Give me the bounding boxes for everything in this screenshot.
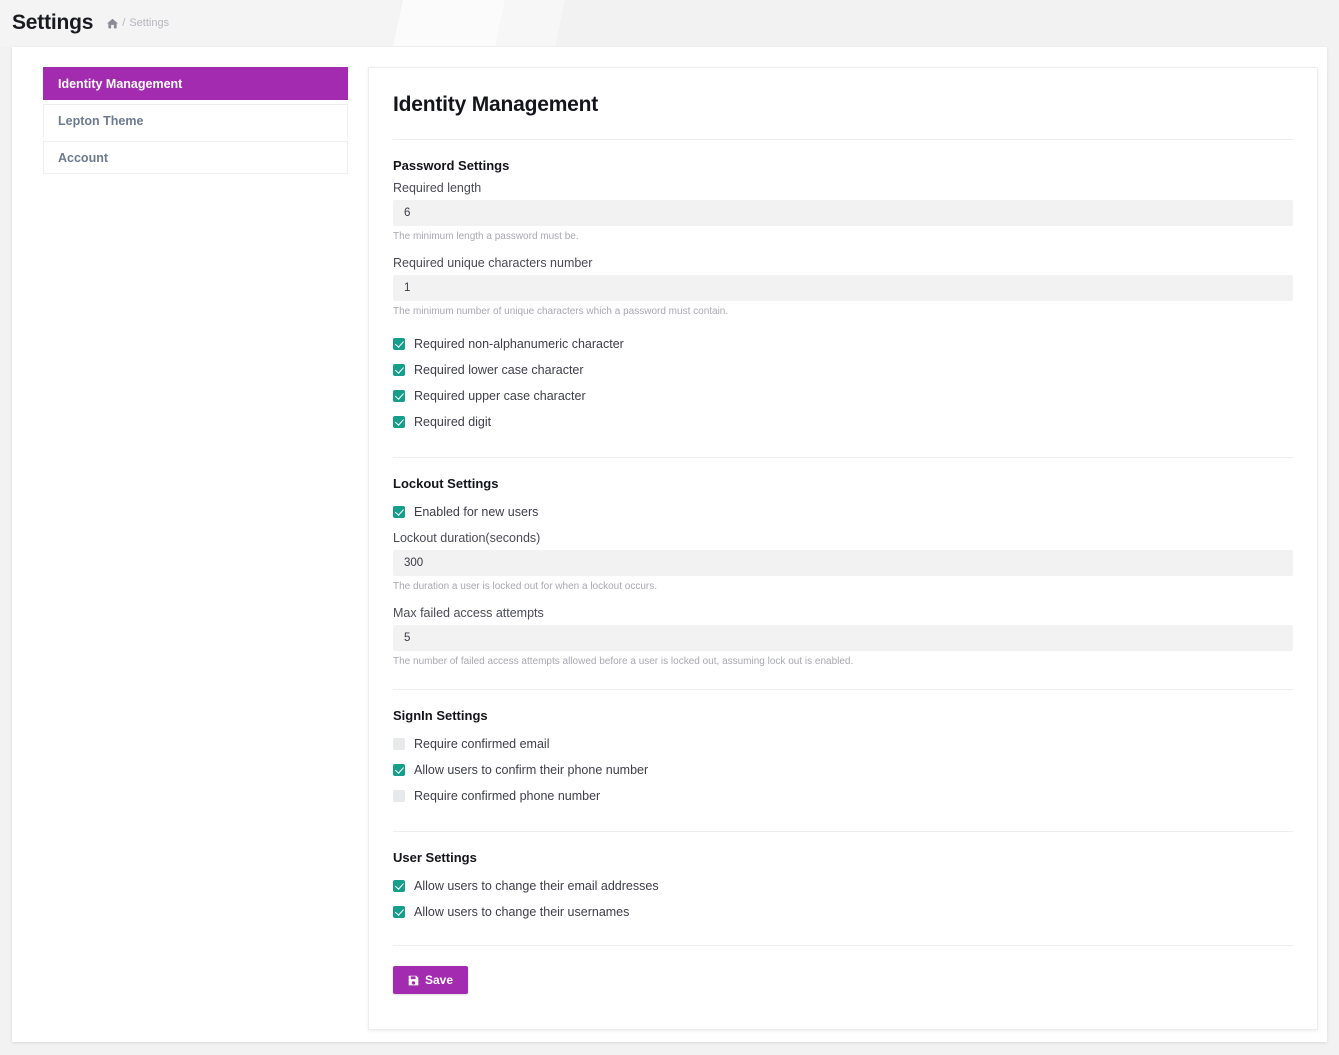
save-button-label: Save xyxy=(425,973,454,987)
checkbox-required-non-alphanumeric[interactable]: Required non-alphanumeric character xyxy=(393,331,1293,357)
field-hint: The number of failed access attempts all… xyxy=(393,656,854,667)
checkbox-enabled-for-new-users[interactable]: Enabled for new users xyxy=(393,499,1293,525)
checkbox-label: Required lower case character xyxy=(414,363,584,377)
field-max-failed-access-attempts: Max failed access attempts The number of… xyxy=(393,606,1293,667)
checkbox-icon[interactable] xyxy=(393,364,405,376)
field-label: Required unique characters number xyxy=(393,256,593,270)
page-title: Settings xyxy=(12,11,94,34)
sidebar-item-lepton-theme[interactable]: Lepton Theme xyxy=(43,104,348,137)
max-failed-access-attempts-input[interactable] xyxy=(393,625,1293,651)
checkbox-label: Require confirmed phone number xyxy=(414,789,601,803)
checkbox-allow-change-email[interactable]: Allow users to change their email addres… xyxy=(393,873,1293,899)
field-hint: The minimum number of unique characters … xyxy=(393,306,729,317)
settings-sidebar: Identity Management Lepton Theme Account xyxy=(43,67,348,1030)
checkbox-required-lower-case[interactable]: Required lower case character xyxy=(393,357,1293,383)
checkbox-label: Allow users to confirm their phone numbe… xyxy=(414,763,649,777)
required-length-input[interactable] xyxy=(393,200,1293,226)
breadcrumb: / Settings xyxy=(107,17,169,29)
checkbox-label: Required digit xyxy=(414,415,492,429)
field-label: Lockout duration(seconds) xyxy=(393,531,541,545)
checkbox-icon[interactable] xyxy=(393,416,405,428)
sidebar-item-label: Identity Management xyxy=(58,77,183,91)
sidebar-item-identity-management[interactable]: Identity Management xyxy=(43,67,348,100)
page-header: Settings / Settings xyxy=(0,0,1339,46)
field-hint: The minimum length a password must be. xyxy=(393,231,579,242)
main-shell: Identity Management Lepton Theme Account… xyxy=(12,47,1327,1042)
checkbox-icon[interactable] xyxy=(393,906,405,918)
breadcrumb-separator: / xyxy=(122,17,126,29)
field-required-unique-characters: Required unique characters number The mi… xyxy=(393,256,1293,317)
lockout-duration-input[interactable] xyxy=(393,550,1293,576)
sidebar-item-label: Account xyxy=(58,150,108,165)
checkbox-allow-change-username[interactable]: Allow users to change their usernames xyxy=(393,899,1293,925)
content-title: Identity Management xyxy=(393,93,599,116)
section-title: Lockout Settings xyxy=(393,476,499,491)
section-title: User Settings xyxy=(393,850,477,865)
checkbox-label: Required upper case character xyxy=(414,389,586,403)
sidebar-item-account[interactable]: Account xyxy=(43,141,348,174)
checkbox-required-digit[interactable]: Required digit xyxy=(393,409,1293,435)
section-signin-settings: SignIn Settings Require confirmed email … xyxy=(393,690,1293,809)
checkbox-icon[interactable] xyxy=(393,738,405,750)
checkbox-label: Enabled for new users xyxy=(414,505,539,519)
checkbox-allow-confirm-phone[interactable]: Allow users to confirm their phone numbe… xyxy=(393,757,1293,783)
checkbox-icon[interactable] xyxy=(393,880,405,892)
checkbox-label: Required non-alphanumeric character xyxy=(414,337,624,351)
checkbox-icon[interactable] xyxy=(393,390,405,402)
checkbox-label: Allow users to change their usernames xyxy=(414,905,630,919)
section-lockout-settings: Lockout Settings Enabled for new users L… xyxy=(393,458,1293,667)
checkbox-label: Allow users to change their email addres… xyxy=(414,879,659,893)
save-button[interactable]: Save xyxy=(393,966,469,994)
checkbox-icon[interactable] xyxy=(393,506,405,518)
checkbox-required-upper-case[interactable]: Required upper case character xyxy=(393,383,1293,409)
home-icon[interactable] xyxy=(107,18,119,29)
required-unique-characters-input[interactable] xyxy=(393,275,1293,301)
settings-content-card: Identity Management Password Settings Re… xyxy=(368,67,1318,1030)
breadcrumb-current: Settings xyxy=(129,17,170,29)
save-area: Save xyxy=(393,946,1293,994)
section-title: Password Settings xyxy=(393,158,510,173)
section-title: SignIn Settings xyxy=(393,708,488,723)
page-layout: Identity Management Lepton Theme Account… xyxy=(43,67,1318,1030)
section-user-settings: User Settings Allow users to change thei… xyxy=(393,832,1293,925)
field-hint: The duration a user is locked out for wh… xyxy=(393,581,658,592)
field-label: Required length xyxy=(393,181,482,195)
checkbox-require-confirmed-phone[interactable]: Require confirmed phone number xyxy=(393,783,1293,809)
checkbox-icon[interactable] xyxy=(393,764,405,776)
sidebar-item-label: Lepton Theme xyxy=(58,114,144,128)
checkbox-icon[interactable] xyxy=(393,790,405,802)
checkbox-label: Require confirmed email xyxy=(414,737,550,751)
checkbox-require-confirmed-email[interactable]: Require confirmed email xyxy=(393,731,1293,757)
field-lockout-duration: Lockout duration(seconds) The duration a… xyxy=(393,531,1293,592)
section-password-settings: Password Settings Required length The mi… xyxy=(393,140,1293,435)
save-icon xyxy=(408,975,419,986)
field-required-length: Required length The minimum length a pas… xyxy=(393,181,1293,242)
field-label: Max failed access attempts xyxy=(393,606,544,620)
checkbox-icon[interactable] xyxy=(393,338,405,350)
